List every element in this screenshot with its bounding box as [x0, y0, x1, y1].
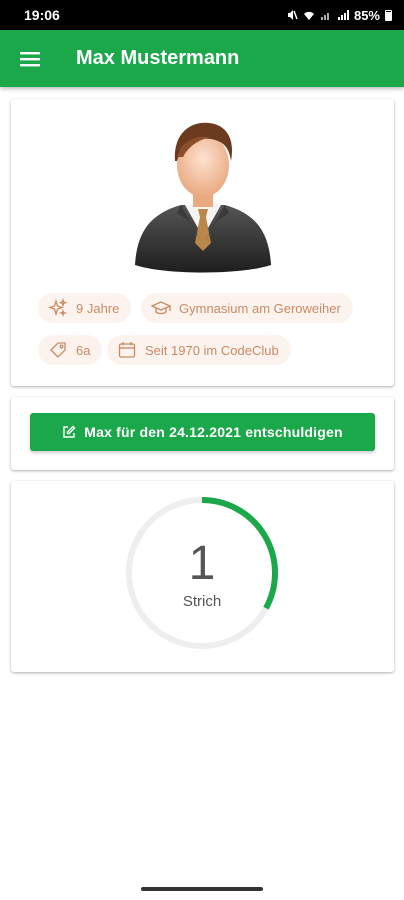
- mute-icon: [287, 10, 298, 20]
- chip-class-label: 6a: [76, 342, 91, 358]
- chip-member-since-label: Seit 1970 im CodeClub: [145, 342, 279, 358]
- chip-age: 9 Jahre: [38, 293, 132, 323]
- battery-icon: [385, 9, 392, 21]
- signal-icon-2: [337, 10, 349, 20]
- excuse-button[interactable]: Max für den 24.12.2021 entschuldigen: [30, 413, 375, 451]
- status-time: 19:06: [24, 7, 60, 23]
- graduation-cap-icon: [151, 301, 171, 315]
- signal-icon: [320, 13, 329, 20]
- chip-school-label: Gymnasium am Geroweiher: [179, 300, 341, 316]
- hamburger-menu-icon: [20, 51, 40, 66]
- chip-class: 6a: [38, 335, 103, 365]
- app-bar: Max Mustermann: [0, 30, 404, 87]
- tag-icon: [50, 342, 66, 358]
- chip-member-since: Seit 1970 im CodeClub: [107, 335, 291, 365]
- tally-count: 1: [188, 537, 216, 590]
- excuse-button-label: Max für den 24.12.2021 entschuldigen: [84, 424, 343, 440]
- home-indicator[interactable]: [141, 887, 263, 891]
- chip-school: Gymnasium am Geroweiher: [141, 293, 353, 323]
- status-bar: 19:06 85%: [0, 0, 404, 30]
- counter-card: 1 Strich: [11, 481, 394, 672]
- battery-percent: 85%: [353, 7, 380, 23]
- menu-button[interactable]: [0, 30, 60, 87]
- status-icons: 85%: [286, 8, 392, 23]
- tally-label: Strich: [182, 593, 222, 610]
- wifi-icon: [303, 11, 314, 20]
- profile-card: 9 Jahre Gymnasium am Geroweiher 6a Seit …: [11, 99, 394, 386]
- calendar-icon: [118, 342, 136, 358]
- sparkles-icon: [48, 298, 68, 318]
- excuse-card: Max für den 24.12.2021 entschuldigen: [11, 397, 394, 470]
- avatar: [135, 122, 271, 273]
- page-title: Max Mustermann: [76, 47, 240, 69]
- edit-icon: [63, 425, 76, 438]
- chip-age-label: 9 Jahre: [76, 300, 120, 316]
